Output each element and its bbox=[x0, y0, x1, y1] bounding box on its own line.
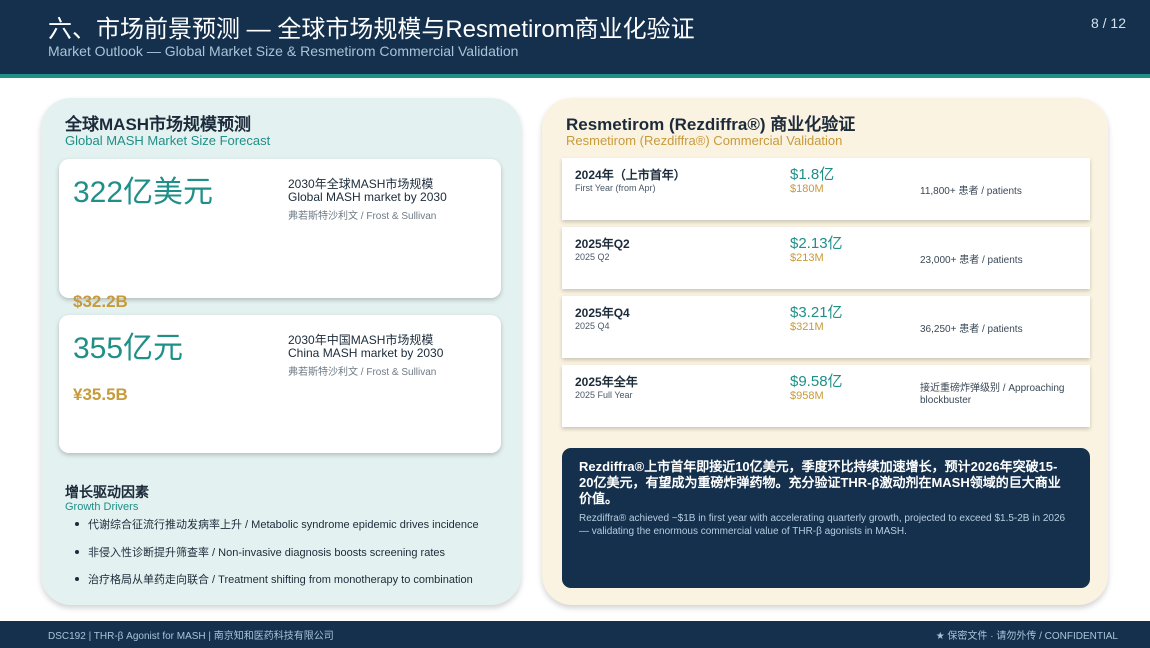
patient-count: 36,250+ 患者 / patients bbox=[920, 324, 1023, 335]
china-market-card: 355亿元 ¥35.5B 2030年中国MASH市场规模 China MASH … bbox=[59, 315, 501, 453]
revenue-value-usd: $213M bbox=[790, 252, 824, 264]
revenue-value-usd: $321M bbox=[790, 321, 824, 333]
patient-count: 23,000+ 患者 / patients bbox=[920, 255, 1023, 266]
revenue-value: $2.13亿 bbox=[790, 235, 843, 252]
growth-driver-item: 治疗格局从单药走向联合 / Treatment shifting from mo… bbox=[75, 571, 473, 587]
revenue-period-en: First Year (from Apr) bbox=[575, 183, 656, 193]
china-market-usd: ¥35.5B bbox=[73, 385, 128, 404]
market-size-title: 全球MASH市场规模预测 bbox=[65, 115, 252, 134]
slide-footer: DSC192 | THR-β Agonist for MASH | 南京知和医药… bbox=[0, 621, 1150, 648]
china-market-source: 弗若斯特沙利文 / Frost & Sullivan bbox=[288, 367, 437, 378]
bullet-icon bbox=[75, 522, 79, 527]
summary-text-en: Rezdiffra® achieved ~$1B in first year w… bbox=[579, 513, 1066, 537]
revenue-period-en: 2025 Q4 bbox=[575, 321, 610, 331]
revenue-period: 2025年Q4 bbox=[575, 306, 630, 320]
growth-drivers-subtitle: Growth Drivers bbox=[65, 501, 139, 513]
patient-count: 11,800+ 患者 / patients bbox=[920, 186, 1022, 197]
china-market-value: 355亿元 bbox=[73, 332, 184, 365]
revenue-value-usd: $958M bbox=[790, 390, 824, 402]
global-market-usd: $32.2B bbox=[73, 292, 128, 311]
slide-subtitle: Market Outlook — Global Market Size & Re… bbox=[48, 43, 519, 59]
revenue-row: 2024年（上市首年） First Year (from Apr) $1.8亿 … bbox=[562, 158, 1090, 220]
revenue-row: 2025年Q2 2025 Q2 $2.13亿 $213M 23,000+ 患者 … bbox=[562, 227, 1090, 289]
revenue-value-usd: $180M bbox=[790, 183, 824, 195]
global-market-card: 322亿美元 $32.2B 2030年全球MASH市场规模 Global MAS… bbox=[59, 159, 501, 311]
growth-driver-text: 治疗格局从单药走向联合 / Treatment shifting from mo… bbox=[88, 574, 473, 586]
revenue-period-en: 2025 Q2 bbox=[575, 252, 610, 262]
summary-box: Rezdiffra®上市首年即接近10亿美元，季度环比持续加速增长，预计2026… bbox=[562, 448, 1090, 588]
page-number: 8 / 12 bbox=[1090, 15, 1126, 31]
global-market-source: 弗若斯特沙利文 / Frost & Sullivan bbox=[288, 211, 437, 222]
global-market-value: 322亿美元 bbox=[73, 176, 214, 209]
china-market-desc-en: China MASH market by 2030 bbox=[288, 346, 444, 360]
footer-left-text: DSC192 | THR-β Agonist for MASH | 南京知和医药… bbox=[48, 631, 334, 642]
blockbuster-note: 接近重磅炸弹级别 / Approaching blockbuster bbox=[920, 383, 1065, 406]
slide-header: 六、市场前景预测 — 全球市场规模与Resmetirom商业化验证 Market… bbox=[0, 0, 1150, 78]
revenue-period-en: 2025 Full Year bbox=[575, 390, 633, 400]
bullet-icon bbox=[75, 577, 79, 582]
commercial-validation-subtitle: Resmetirom (Rezdiffra®) Commercial Valid… bbox=[566, 133, 843, 148]
summary-text-zh: Rezdiffra®上市首年即接近10亿美元，季度环比持续加速增长，预计2026… bbox=[579, 459, 1061, 506]
revenue-period: 2024年（上市首年） bbox=[575, 168, 686, 182]
growth-drivers-title: 增长驱动因素 bbox=[65, 484, 149, 500]
slide-title: 六、市场前景预测 — 全球市场规模与Resmetirom商业化验证 bbox=[48, 16, 695, 43]
global-market-desc-en: Global MASH market by 2030 bbox=[288, 190, 447, 204]
growth-driver-item: 非侵入性诊断提升筛查率 / Non-invasive diagnosis boo… bbox=[75, 544, 445, 560]
bullet-icon bbox=[75, 550, 79, 555]
revenue-value: $1.8亿 bbox=[790, 166, 835, 183]
growth-driver-item: 代谢综合征流行推动发病率上升 / Metabolic syndrome epid… bbox=[75, 516, 479, 532]
revenue-row: 2025年全年 2025 Full Year $9.58亿 $958M 接近重磅… bbox=[562, 365, 1090, 427]
revenue-period: 2025年Q2 bbox=[575, 237, 630, 251]
commercial-validation-panel: Resmetirom (Rezdiffra®) 商业化验证 Resmetirom… bbox=[542, 98, 1108, 605]
growth-driver-text: 非侵入性诊断提升筛查率 / Non-invasive diagnosis boo… bbox=[88, 547, 446, 559]
market-size-panel: 全球MASH市场规模预测 Global MASH Market Size For… bbox=[41, 98, 521, 605]
revenue-value: $9.58亿 bbox=[790, 373, 843, 390]
revenue-value: $3.21亿 bbox=[790, 304, 843, 321]
growth-driver-text: 代谢综合征流行推动发病率上升 / Metabolic syndrome epid… bbox=[88, 519, 479, 531]
confidential-notice: ★ 保密文件 · 请勿外传 / CONFIDENTIAL bbox=[935, 631, 1118, 642]
revenue-period: 2025年全年 bbox=[575, 375, 638, 389]
market-size-subtitle: Global MASH Market Size Forecast bbox=[65, 133, 271, 148]
revenue-row: 2025年Q4 2025 Q4 $3.21亿 $321M 36,250+ 患者 … bbox=[562, 296, 1090, 358]
commercial-validation-title: Resmetirom (Rezdiffra®) 商业化验证 bbox=[566, 115, 856, 134]
